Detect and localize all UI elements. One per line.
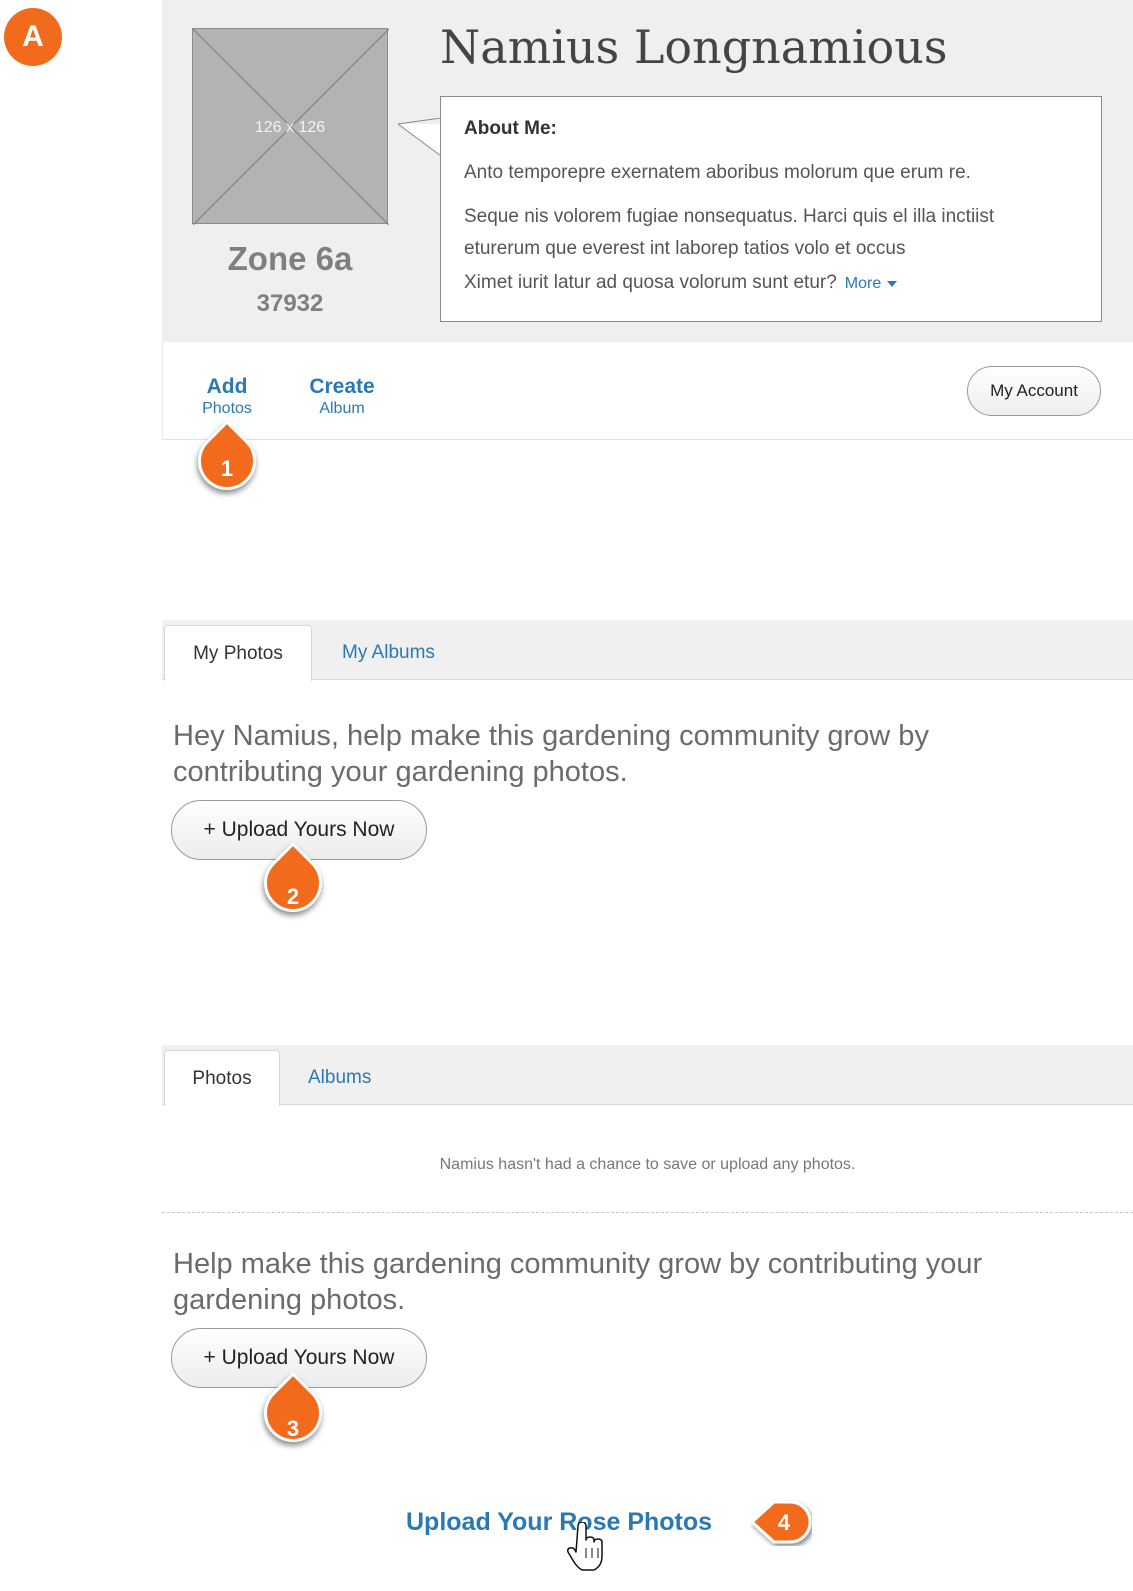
about-me-text-last: Ximet iurit latur ad quosa volorum sunt … bbox=[464, 272, 898, 294]
about-me-text: Seque nis volorem fugiae nonsequatus. Ha… bbox=[464, 206, 995, 227]
upload-prompt: Help make this gardening community grow … bbox=[173, 1246, 982, 1318]
tab-albums[interactable]: Albums bbox=[308, 1067, 371, 1089]
tab-my-albums[interactable]: My Albums bbox=[342, 642, 435, 664]
upload-prompt-line: contributing your gardening photos. bbox=[173, 756, 628, 788]
add-photos-label[interactable]: Add bbox=[192, 376, 262, 398]
upload-prompt-line: Help make this gardening community grow … bbox=[173, 1248, 983, 1280]
upload-rose-photos-link[interactable]: Upload Your Rose Photos bbox=[406, 1508, 712, 1537]
callout-3-number: 3 bbox=[286, 1416, 300, 1441]
hand-pointer-icon bbox=[567, 1522, 603, 1571]
avatar-dimensions: 126 x 126 bbox=[254, 119, 326, 136]
about-me-title: About Me: bbox=[464, 118, 557, 139]
hardiness-zone: Zone 6a bbox=[227, 240, 353, 277]
my-account-button[interactable]: My Account bbox=[967, 366, 1101, 416]
create-album-link[interactable]: Create Album bbox=[302, 376, 382, 420]
create-album-sublabel[interactable]: Album bbox=[302, 398, 382, 420]
more-label[interactable]: More bbox=[845, 275, 881, 292]
about-me-text: Ximet iurit latur ad quosa volorum sunt … bbox=[464, 272, 837, 293]
upload-prompt: Hey Namius, help make this gardening com… bbox=[173, 718, 929, 790]
annotation-badge-a: A bbox=[4, 8, 62, 66]
avatar: 126 x 126 bbox=[192, 28, 389, 225]
upload-prompt-line: Hey Namius, help make this gardening com… bbox=[173, 720, 929, 752]
upload-prompt-line: gardening photos. bbox=[173, 1284, 406, 1316]
callout-2-number: 2 bbox=[286, 884, 300, 909]
add-photos-sublabel[interactable]: Photos bbox=[192, 398, 262, 420]
create-album-label[interactable]: Create bbox=[302, 376, 382, 398]
tab-my-photos[interactable]: My Photos bbox=[164, 625, 312, 681]
tab-photos[interactable]: Photos bbox=[164, 1050, 280, 1106]
callout-1-number: 1 bbox=[220, 456, 234, 481]
caret-down-icon[interactable] bbox=[887, 280, 898, 287]
add-photos-link[interactable]: Add Photos bbox=[192, 376, 262, 420]
more-link[interactable]: More bbox=[845, 275, 898, 292]
about-me-text: eturerum que everest int laborep tatios … bbox=[464, 238, 906, 259]
divider bbox=[162, 1212, 1133, 1213]
empty-photos-message: Namius hasn't had a chance to save or up… bbox=[439, 1156, 856, 1173]
about-me-text: Anto temporepre exernatem aboribus molor… bbox=[464, 162, 971, 183]
profile-name: Namius Longnamious bbox=[440, 20, 948, 74]
speech-bubble-tail bbox=[398, 118, 442, 157]
zip-code: 37932 bbox=[256, 290, 324, 317]
callout-4-number: 4 bbox=[777, 1510, 791, 1535]
